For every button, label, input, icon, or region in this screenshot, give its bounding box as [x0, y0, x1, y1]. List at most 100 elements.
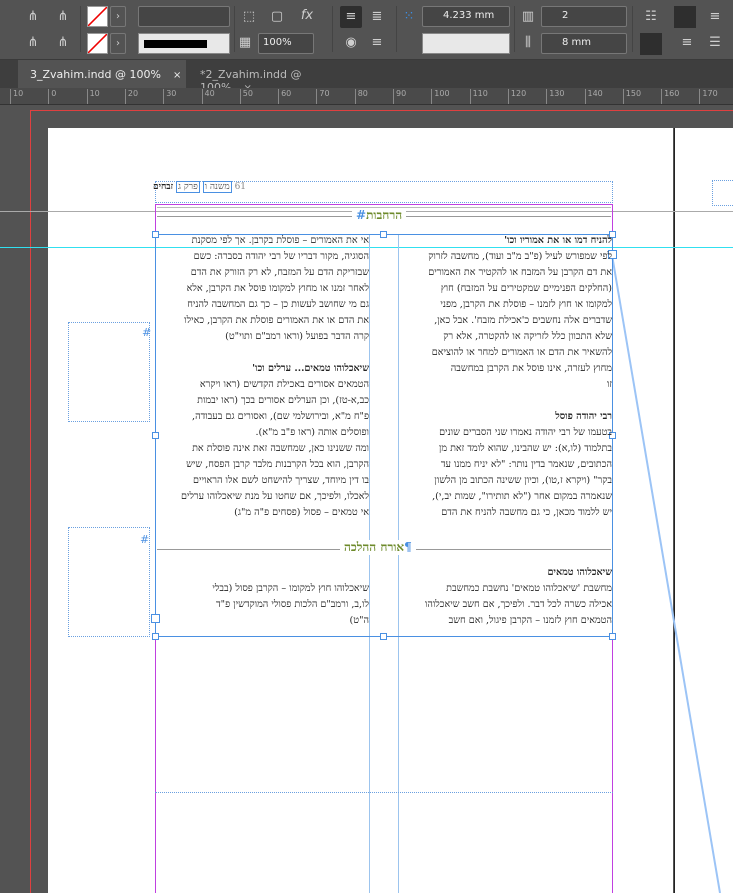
- stroke-type-dropdown[interactable]: [138, 33, 230, 54]
- gutter-icon: ⫼: [525, 35, 531, 50]
- running-header: 61 משנה ו פרק ג זבחים: [153, 181, 247, 193]
- ruler-tick-label: 80: [354, 89, 368, 104]
- text-line: אי את האמורים – פוסלת בקרבן. אך לפי מסקנ…: [191, 235, 369, 246]
- control-panel: ⋔ ⋔ ⋔ ⋔ › › ⬚ ▢ fx ▦ 100% ≡ ≣ ◉ ≡ ⁙ 4.23…: [0, 0, 733, 60]
- opacity-field[interactable]: 100%: [258, 33, 314, 54]
- text-line: הסוגיה, מקור דבריו של רבי יהודה בסברה: כ…: [193, 251, 369, 262]
- grid2-icon[interactable]: ☰: [706, 36, 724, 50]
- text-line: (החלקים הפנימיים שמקטירים על המזבח) חוץ: [440, 283, 612, 294]
- fill-menu-button[interactable]: ›: [110, 6, 126, 27]
- text-line: גם מי שחושב לעשות כן – כך גם המחשבה להני…: [187, 299, 369, 310]
- text-line: למקומו או חוץ לזמנו – פוסלת את הקרבן, מפ…: [440, 299, 612, 310]
- text-line: אי טמאים – פסול (פסחים פ"ה מ"ג): [234, 507, 369, 518]
- subheading: שיאכלוהו טמאים: [547, 567, 612, 578]
- grid-icon[interactable]: ≡: [706, 10, 724, 24]
- align-bottom-icon[interactable]: ◉: [342, 36, 360, 50]
- ruler-tick-label: 170: [699, 89, 718, 104]
- ruler-tick-label: 70: [316, 89, 330, 104]
- ruler-tick-label: 150: [622, 89, 641, 104]
- text-line: ה"ט): [349, 615, 369, 626]
- header-title: זבחים: [153, 182, 174, 192]
- text-line: שבזריקת הדם על המזבח, לא רק הזורק את הדם: [190, 267, 369, 278]
- ruler-tick-label: 140: [584, 89, 603, 104]
- text-line: בו דין מיוחד, שצריך להישחט לשם אלו הראוי…: [193, 475, 369, 486]
- section-title-expansions: הרחבות#: [352, 208, 407, 223]
- ruler-tick-label: 40: [201, 89, 215, 104]
- text-line: אכילה כשרה לכל דבר. ולפיכך, אם חשב שיאכל…: [424, 599, 612, 610]
- stroke-swatch[interactable]: [87, 33, 108, 54]
- span-dropdown[interactable]: [422, 33, 510, 54]
- text-line: פ"ח מ"א, ובירושלמי שם), ואסורים גם בעבוד…: [192, 411, 369, 422]
- inset-spacing-icon: ⁙: [403, 9, 415, 24]
- stroke-weight-field[interactable]: [138, 6, 230, 27]
- ruler-tick-label: 120: [507, 89, 526, 104]
- align-center-icon[interactable]: ≣: [368, 10, 386, 24]
- tab-label: 3_Zvahim.indd @ 100%: [30, 68, 161, 81]
- drop-shadow-icon[interactable]: ▢: [268, 10, 286, 24]
- text-line: מחוץ לעזרה, אינו פוסל את הקרבן במחשבה: [450, 363, 612, 374]
- ruler-tick-label: 50: [239, 89, 253, 104]
- text-line: בקר" (ויקרא ז,טו), וכיון ששינה הכתוב מן …: [434, 475, 612, 486]
- right-column-text[interactable]: להניח דמו או את אמוריו וכו' לפי שמפורש לע…: [399, 233, 612, 521]
- text-line: כב,א-טז), וכן הערלים אסורים בכך (ראו יבמ…: [197, 395, 369, 406]
- bullet-list-icon[interactable]: ☷: [642, 10, 660, 24]
- subheading: להניח דמו או את אמוריו וכו': [504, 235, 612, 246]
- horizontal-ruler[interactable]: 10 0 10 20 30 40 50 60 70 80 90 100 110 120 130 140 150 1…: [0, 88, 733, 105]
- fill-swatch[interactable]: [87, 6, 108, 27]
- stroke-menu-button[interactable]: ›: [110, 33, 126, 54]
- select-next-icon[interactable]: ⋔: [54, 36, 72, 50]
- ruler-tick-label: 110: [469, 89, 488, 104]
- text-line: מחשבת 'שיאכלוהו טמאים' נחשבת כמחשבת: [446, 583, 612, 594]
- ruler-tick-label: 20: [124, 89, 138, 104]
- text-line: הטמאים חוץ לזמנו – הקרבן פיגול, ואם חשב: [448, 615, 612, 626]
- inset-field[interactable]: 4.233 mm: [422, 6, 510, 27]
- text-line: קרה הדבר בפועל (וראו רמב"ם ותוי"ט): [225, 331, 369, 342]
- opacity-icon: ▦: [238, 35, 252, 50]
- text-line: הקרבן, הוא בכל הקרבנות מלבד קרבן הפסח, ש…: [186, 459, 369, 470]
- ruler-tick-label: 0: [48, 89, 56, 104]
- empty-frame[interactable]: [68, 527, 150, 637]
- frame-fitting-icon[interactable]: ⬚: [240, 10, 258, 24]
- baseline-grid-button[interactable]: [674, 6, 696, 28]
- text-line: לאכלו, ולפיכך, אם שחטו על מנת שיאכלוהו ע…: [180, 491, 369, 502]
- gutter-field[interactable]: 8 mm: [541, 33, 627, 54]
- chapter-variable[interactable]: פרק ג: [176, 181, 200, 193]
- left-column-halacha[interactable]: שיאכלוהו חוץ למקומו – הקרבן פסול (בבלי לו…: [156, 581, 369, 629]
- text-line: להשאיר את הדם או האמורים למחר או להוציאם: [431, 347, 612, 358]
- select-container-icon[interactable]: ⋔: [24, 10, 42, 24]
- right-column-halacha[interactable]: שיאכלוהו טמאים מחשבת 'שיאכלוהו טמאים' נחש…: [399, 565, 612, 629]
- left-column-text[interactable]: אי את האמורים – פוסלת בקרבן. אך לפי מסקנ…: [156, 233, 369, 521]
- ruler-tick-label: 30: [163, 89, 176, 104]
- mishna-variable[interactable]: משנה ו: [202, 181, 232, 193]
- columns-field[interactable]: 2: [541, 6, 627, 27]
- ruler-tick-label: 60: [278, 89, 291, 104]
- align-grid-icon[interactable]: ≡: [678, 36, 696, 50]
- columns-icon: ▥: [521, 9, 535, 24]
- section-title-halacha: ¶אורח ההלכה: [340, 540, 416, 555]
- text-line: ומה ששנינו כאן, שמחשבה זאת אינה פוסלת את: [192, 443, 369, 454]
- text-line: לאחר זמנו או מחוץ למקומו פוסל את הקרבן, …: [186, 283, 369, 294]
- text-line: יש ללמוד מכאן, כי גם מחשבה להניח את הדם: [441, 507, 612, 518]
- text-line: בטעמו של רבי יהודה נאמרו שני הסברים שוני…: [439, 427, 612, 438]
- select-content-icon[interactable]: ⋔: [24, 36, 42, 50]
- numbered-list-button[interactable]: [640, 33, 662, 55]
- text-line: שיאכלוהו חוץ למקומו – הקרבן פסול (בבלי: [212, 583, 369, 594]
- ruler-tick-label: 100: [431, 89, 450, 104]
- text-line: לפי שמפורש לעיל (פ"ב מ"ב ועוד), מחשבה לז…: [428, 251, 612, 262]
- fx-icon[interactable]: fx: [298, 9, 316, 23]
- text-line: זו: [606, 379, 612, 390]
- text-line: לו,ב, ורמב"ם הלכות פסולי המוקדשין פ"ד: [216, 599, 369, 610]
- text-line: את הדם או את האמורים פוסלת את הקרבן, כאי…: [184, 315, 369, 326]
- subheading: רבי יהודה פוסל: [555, 411, 612, 422]
- empty-frame[interactable]: [68, 322, 150, 422]
- select-previous-icon[interactable]: ⋔: [54, 10, 72, 24]
- ruler-tick-label: 130: [546, 89, 564, 104]
- ruler-tick-label: 90: [393, 89, 406, 104]
- close-icon[interactable]: ×: [173, 70, 181, 81]
- subheading: שיאכלוהו טמאים... ערלים וכו': [252, 363, 369, 374]
- align-justify-icon[interactable]: ≡: [368, 36, 386, 50]
- tab-3-zvahim[interactable]: 3_Zvahim.indd @ 100% ×: [18, 60, 186, 88]
- text-line: ופוסלים אותה (ראו פ"ב מ"א).: [255, 427, 369, 438]
- text-thread-line: [611, 254, 721, 893]
- tab-2-zvahim[interactable]: *2_Zvahim.indd @ 100%×: [188, 60, 356, 94]
